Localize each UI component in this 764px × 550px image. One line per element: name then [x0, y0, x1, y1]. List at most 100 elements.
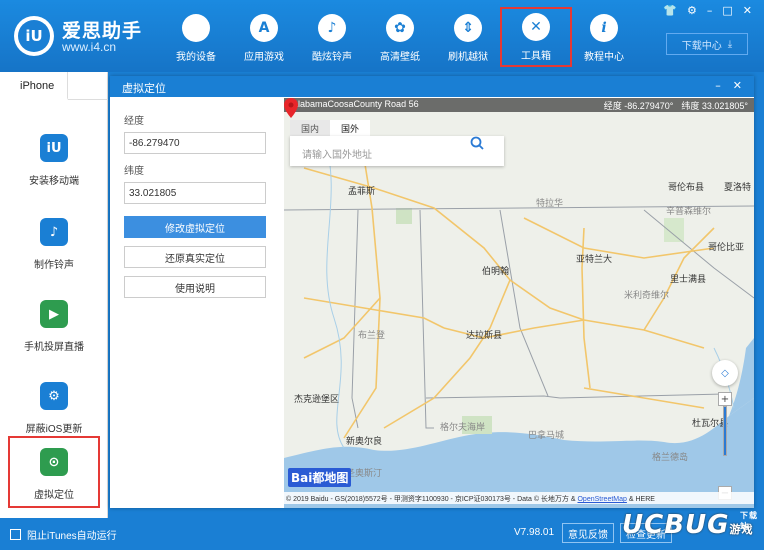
window-controls: 👕 ⚙ – □ ✕	[663, 4, 752, 17]
help-button[interactable]: 使用说明	[124, 276, 266, 298]
sidebar-item-virtual-location[interactable]: ⊙ 虚拟定位	[8, 436, 100, 508]
city-label: 圣奥斯汀	[346, 468, 383, 478]
location-marker-icon[interactable]	[284, 98, 298, 118]
nav-label: 我的设备	[176, 52, 216, 63]
gear-icon[interactable]: ⚙	[687, 4, 697, 17]
latitude-label: 纬度	[124, 166, 144, 177]
city-label: 巴拿马城	[528, 430, 565, 440]
map-copyright: © 2019 Baidu - GS(2018)5572号 - 甲测资字11009…	[284, 492, 754, 504]
skin-icon[interactable]: 👕	[663, 4, 677, 17]
tab-divider	[68, 99, 108, 100]
download-center-button[interactable]: 下载中心 ⤓	[666, 33, 748, 55]
copyright-tail: & HERE	[626, 496, 655, 503]
search-input[interactable]: 请输入国外地址	[302, 150, 372, 161]
coordinate-readout: 经度 -86.279470° 纬度 33.021805°	[604, 99, 748, 112]
nav-my-device[interactable]: 我的设备	[162, 10, 230, 64]
city-label: 杰克逊堡区	[294, 394, 340, 404]
toolbox-icon: ✕	[522, 13, 550, 41]
nav-wallpapers[interactable]: ✿ 高清壁纸	[366, 10, 434, 64]
dialog-titlebar: 虚拟定位 – ✕	[110, 76, 754, 97]
virtual-location-dialog: 虚拟定位 – ✕ 经度 -86.279470 纬度 33.021805 修改虚拟…	[110, 76, 754, 508]
map-info-bar: AlabamaCoosaCounty Road 56 经度 -86.279470…	[284, 98, 754, 112]
minimize-icon[interactable]: –	[715, 79, 721, 92]
sidebar-item-block-ios-update[interactable]: ⚙ 屏蔽iOS更新	[10, 372, 98, 444]
map-view[interactable]: AlabamaCoosaCounty Road 56 经度 -86.279470…	[284, 98, 754, 508]
city-label: 夏洛特	[724, 182, 752, 192]
nav-label: 酷炫铃声	[312, 52, 352, 63]
close-icon[interactable]: ✕	[733, 79, 742, 92]
search-button[interactable]	[470, 136, 504, 166]
checkbox-icon	[10, 529, 21, 540]
watermark-small: 下载站	[740, 511, 758, 531]
download-center-label: 下载中心	[681, 40, 722, 52]
tab-domestic[interactable]: 国内	[290, 120, 330, 136]
sidebar-item-install-mobile[interactable]: iU 安装移动端	[10, 124, 98, 196]
app-header: iU 爱思助手 www.i4.cn 我的设备 A 应用游戏 ♪ 酷炫铃声 ✿ 高…	[0, 0, 764, 72]
download-icon: ⤓	[727, 38, 733, 50]
search-icon	[470, 136, 484, 150]
city-label: 格尔夫海岸	[440, 422, 486, 432]
sidebar-item-label: 虚拟定位	[34, 490, 74, 501]
info-icon: i	[590, 14, 618, 42]
city-label: 布兰登	[358, 330, 386, 340]
app-store-icon: A	[250, 14, 278, 42]
longitude-readout: 经度 -86.279470°	[603, 101, 674, 111]
nav-label: 工具箱	[521, 51, 551, 62]
gear-block-icon: ⚙	[40, 382, 68, 410]
latitude-input[interactable]: 33.021805	[124, 182, 266, 204]
location-form: 经度 -86.279470 纬度 33.021805 修改虚拟定位 还原真实定位…	[124, 112, 266, 298]
modify-location-button[interactable]: 修改虚拟定位	[124, 216, 266, 238]
sidebar-item-label: 手机投屏直播	[24, 342, 84, 353]
zoom-in-button[interactable]: +	[718, 392, 732, 406]
i4-logo: iU	[14, 16, 54, 56]
city-label: 特拉华	[536, 198, 564, 208]
map-region-tabs: 国内 国外	[290, 120, 370, 136]
city-label: 新奥尔良	[346, 436, 383, 446]
latitude-readout: 纬度 33.021805°	[681, 101, 748, 111]
flash-jailbreak-icon: ⇕	[454, 14, 482, 42]
nav-toolbox[interactable]: ✕ 工具箱	[500, 7, 572, 67]
nav-label: 高清壁纸	[380, 52, 420, 63]
dialog-title: 虚拟定位	[122, 83, 166, 95]
checkbox-label: 阻止iTunes自动运行	[27, 531, 117, 542]
block-itunes-checkbox[interactable]: 阻止iTunes自动运行	[10, 527, 117, 542]
apple-icon	[182, 14, 210, 42]
city-label: 孟菲斯	[348, 186, 376, 196]
tab-foreign[interactable]: 国外	[330, 120, 370, 136]
city-label: 哥伦比亚	[708, 242, 745, 252]
pan-control-icon[interactable]: ◇	[712, 360, 738, 386]
sidebar-item-screen-mirror[interactable]: ▶ 手机投屏直播	[10, 290, 98, 362]
road-name: AlabamaCoosaCounty Road 56	[292, 99, 419, 109]
close-icon[interactable]: ✕	[743, 4, 752, 17]
nav-label: 刷机越狱	[448, 52, 488, 63]
nav-label: 教程中心	[584, 52, 624, 63]
brand-url: www.i4.cn	[62, 40, 117, 54]
nav-apps-games[interactable]: A 应用游戏	[230, 10, 298, 64]
city-label: 亚特兰大	[576, 254, 613, 264]
i4-app-icon: iU	[40, 134, 68, 162]
brand-name: 爱思助手	[62, 21, 143, 42]
restore-location-button[interactable]: 还原真实定位	[124, 246, 266, 268]
device-tab-iphone[interactable]: iPhone	[0, 72, 68, 100]
feedback-button[interactable]: 意见反馈	[562, 523, 614, 543]
city-label: 哥伦布县	[668, 182, 705, 192]
dialog-controls: – ✕	[715, 79, 742, 92]
wallpaper-icon: ✿	[386, 14, 414, 42]
city-label: 里士满县	[670, 274, 707, 284]
maximize-icon[interactable]: □	[722, 4, 732, 17]
baidu-map-logo: Bai都地图	[288, 468, 352, 487]
zoom-slider[interactable]	[723, 406, 727, 456]
location-pin-icon: ⊙	[40, 448, 68, 476]
screen-mirror-icon: ▶	[40, 300, 68, 328]
city-label: 达拉斯县	[466, 330, 503, 340]
sidebar-item-make-ringtone[interactable]: ♪ 制作铃声	[10, 208, 98, 280]
minimize-icon[interactable]: –	[707, 4, 713, 17]
longitude-input[interactable]: -86.279470	[124, 132, 266, 154]
sidebar-item-label: 屏蔽iOS更新	[25, 424, 83, 435]
nav-tutorials[interactable]: i 教程中心	[570, 10, 638, 64]
version-label: V7.98.01	[514, 527, 555, 538]
copyright-text: © 2019 Baidu - GS(2018)5572号 - 甲测资字11009…	[286, 496, 578, 503]
nav-flash-jailbreak[interactable]: ⇕ 刷机越狱	[434, 10, 502, 64]
nav-ringtones[interactable]: ♪ 酷炫铃声	[298, 10, 366, 64]
openstreetmap-link[interactable]: OpenStreetMap	[577, 496, 626, 503]
